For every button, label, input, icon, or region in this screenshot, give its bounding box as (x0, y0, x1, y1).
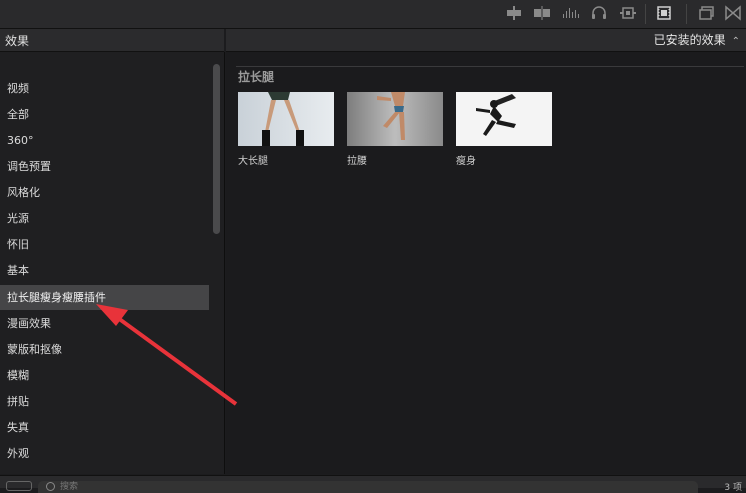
section-title: 拉长腿 (238, 70, 275, 84)
search-input[interactable]: 搜索 (38, 481, 698, 493)
effect-tile[interactable]: 瘦身 (456, 92, 552, 167)
effect-tile[interactable]: 大长腿 (238, 92, 334, 167)
headphones-icon[interactable] (590, 5, 608, 21)
category-label: 基本 (7, 264, 29, 277)
category-item[interactable]: 怀旧 (0, 232, 209, 257)
dropdown-label: 已安装的效果 (653, 33, 726, 47)
effect-thumbnail (238, 92, 334, 146)
top-toolbar (0, 0, 746, 29)
bottom-bar: 搜索 3 项 (0, 475, 746, 493)
category-item[interactable]: 蒙版和抠像 (0, 337, 209, 362)
audio-waveform-icon[interactable] (562, 5, 580, 21)
category-label: 全部 (7, 108, 29, 121)
category-label: 模糊 (7, 369, 29, 382)
category-label: 拼贴 (7, 395, 29, 408)
transition-icon[interactable] (724, 5, 742, 21)
category-item[interactable]: 全部 (0, 102, 209, 127)
category-item[interactable]: 外观 (0, 441, 209, 466)
chevron-updown-icon: ⌃ (731, 36, 740, 47)
content-header: 已安装的效果 ⌃ (226, 29, 746, 52)
category-label: 外观 (7, 447, 29, 460)
effect-label: 大长腿 (238, 156, 268, 167)
category-item[interactable]: 360° (0, 128, 209, 153)
filmstrip-icon[interactable] (655, 5, 673, 21)
category-label: 蒙版和抠像 (7, 343, 62, 356)
effects-content-area: 拉长腿 大长腿 拉腰 瘦身 (226, 52, 746, 474)
category-label: 光源 (7, 212, 29, 225)
category-label: 调色预置 (7, 160, 51, 173)
clip-split-icon[interactable] (533, 5, 551, 21)
clip-connect-icon[interactable] (505, 5, 523, 21)
effects-browser-header: 效果 (0, 29, 224, 52)
effect-thumbnail (347, 92, 443, 146)
category-label: 风格化 (7, 186, 40, 199)
effect-thumbnail (456, 92, 552, 146)
category-label: 怀旧 (7, 238, 29, 251)
category-item[interactable]: 漫画效果 (0, 311, 209, 336)
window-icon[interactable] (698, 5, 716, 21)
category-label: 拉长腿瘦身瘦腰插件 (7, 291, 106, 304)
category-item[interactable]: 模糊 (0, 363, 209, 388)
installed-effects-dropdown[interactable]: 已安装的效果 ⌃ (654, 31, 740, 48)
category-item[interactable]: 视频 (0, 76, 209, 101)
category-item[interactable]: 风格化 (0, 180, 209, 205)
category-label: 失真 (7, 421, 29, 434)
category-item[interactable]: 失真 (0, 415, 209, 440)
sidebar-scrollbar[interactable] (213, 64, 220, 234)
category-item[interactable]: 光源 (0, 206, 209, 231)
category-label: 漫画效果 (7, 317, 51, 330)
category-item-selected[interactable]: 拉长腿瘦身瘦腰插件 (0, 285, 209, 310)
category-item[interactable]: 拼贴 (0, 389, 209, 414)
category-sidebar: 视频 全部 360° 调色预置 风格化 光源 怀旧 基本 拉长腿瘦身瘦腰插件 漫… (0, 52, 225, 474)
category-label: 360° (7, 134, 34, 147)
effects-palette-icon[interactable] (619, 5, 637, 21)
sidebar-toggle-button[interactable] (6, 481, 32, 491)
panel-title: 效果 (5, 34, 30, 48)
category-item[interactable]: 基本 (0, 258, 209, 283)
category-item[interactable]: 调色预置 (0, 154, 209, 179)
effect-label: 瘦身 (456, 156, 476, 167)
section-divider (236, 66, 744, 67)
category-label: 视频 (7, 82, 29, 95)
effect-label: 拉腰 (347, 156, 367, 167)
effect-tile[interactable]: 拉腰 (347, 92, 443, 167)
